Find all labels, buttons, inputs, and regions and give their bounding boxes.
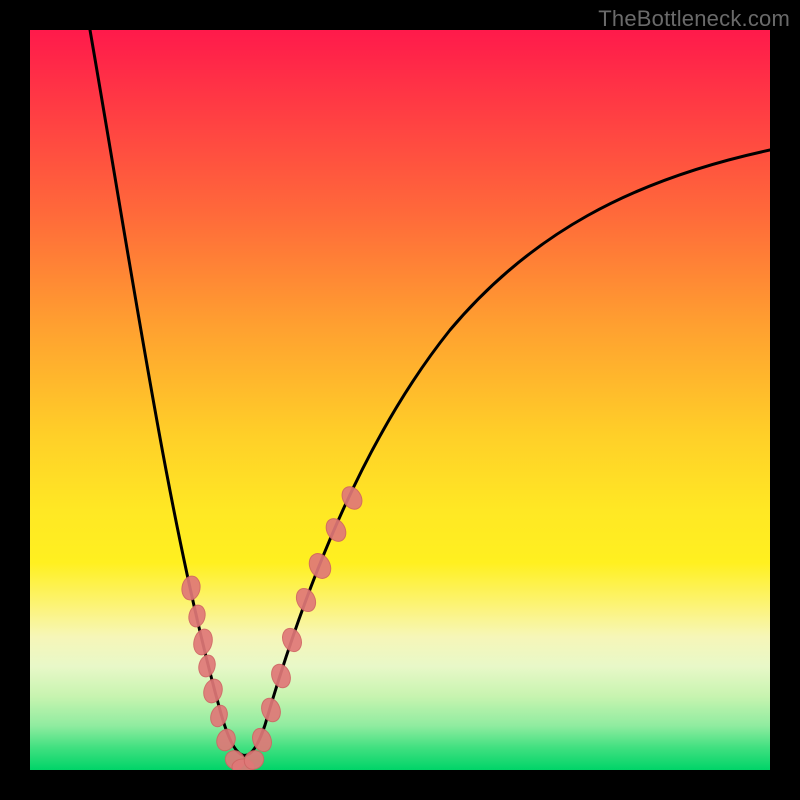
chart-marker (180, 575, 202, 602)
chart-marker (322, 515, 350, 545)
chart-marker (279, 626, 305, 655)
chart-marker (208, 703, 230, 729)
chart-plot-area (30, 30, 770, 770)
chart-marker (258, 696, 283, 725)
chart-marker (191, 627, 215, 657)
chart-svg (30, 30, 770, 770)
chart-curve (90, 30, 770, 755)
watermark-text: TheBottleneck.com (598, 6, 790, 32)
chart-marker (305, 550, 335, 582)
chart-marker (201, 677, 225, 705)
chart-marker (187, 604, 207, 629)
chart-markers (180, 483, 366, 770)
chart-marker (268, 662, 293, 691)
chart-marker (196, 653, 217, 678)
chart-marker (293, 585, 319, 614)
chart-frame: TheBottleneck.com (0, 0, 800, 800)
